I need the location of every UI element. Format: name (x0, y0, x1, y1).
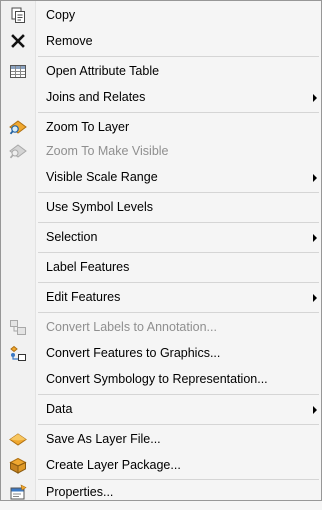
menu-item-label: Copy (46, 8, 76, 22)
menu-item-remove[interactable]: Remove (1, 29, 321, 54)
menu-item-convert-symbology-to-representation[interactable]: Convert Symbology to Representation... (1, 367, 321, 392)
menu-item-label: Data (46, 402, 73, 416)
menu-item-label: Zoom To Make Visible (46, 144, 169, 158)
menu-item-convert-features-to-graphics[interactable]: Convert Features to Graphics... (1, 341, 321, 366)
menu-item-label: Create Layer Package... (46, 458, 181, 472)
menu-separator (38, 56, 319, 57)
remove-x-icon (9, 33, 27, 50)
menu-item-label: Convert Symbology to Representation... (46, 372, 268, 386)
menu-separator (38, 312, 319, 313)
menu-item-edit-features[interactable]: Edit Features (1, 285, 321, 310)
properties-icon (9, 484, 27, 501)
attribute-table-icon (9, 63, 27, 80)
submenu-arrow-icon (313, 406, 317, 414)
menu-item-use-symbol-levels[interactable]: Use Symbol Levels (1, 195, 321, 220)
layer-context-menu: Copy Remove Open Attribute Table Joins a… (0, 0, 322, 501)
menu-item-selection[interactable]: Selection (1, 225, 321, 250)
menu-item-label: Remove (46, 34, 93, 48)
zoom-to-layer-icon (9, 119, 27, 136)
menu-item-label: Convert Features to Graphics... (46, 346, 221, 360)
menu-item-label: Selection (46, 230, 98, 244)
submenu-arrow-icon (313, 294, 317, 302)
menu-item-open-attribute-table[interactable]: Open Attribute Table (1, 59, 321, 84)
menu-item-label: Visible Scale Range (46, 170, 158, 184)
menu-item-label: Convert Labels to Annotation... (46, 320, 217, 334)
menu-item-label: Open Attribute Table (46, 64, 160, 78)
menu-item-label: Use Symbol Levels (46, 200, 153, 214)
menu-item-label: Zoom To Layer (46, 120, 130, 134)
menu-item-create-layer-package[interactable]: Create Layer Package... (1, 453, 321, 478)
menu-separator (38, 282, 319, 283)
menu-item-label: Joins and Relates (46, 90, 146, 104)
menu-item-data[interactable]: Data (1, 397, 321, 422)
copy-icon (9, 7, 27, 24)
menu-separator (38, 252, 319, 253)
menu-item-save-as-layer-file[interactable]: Save As Layer File... (1, 427, 321, 452)
convert-labels-icon (9, 319, 27, 336)
submenu-arrow-icon (313, 94, 317, 102)
menu-item-label: Save As Layer File... (46, 432, 161, 446)
menu-separator (38, 394, 319, 395)
menu-item-zoom-to-layer[interactable]: Zoom To Layer (1, 115, 321, 140)
menu-item-label-features[interactable]: Label Features (1, 255, 321, 280)
layer-package-icon (9, 457, 27, 474)
menu-item-zoom-to-make-visible: Zoom To Make Visible (1, 139, 321, 164)
menu-item-label: Label Features (46, 260, 130, 274)
submenu-arrow-icon (313, 174, 317, 182)
menu-item-joins-and-relates[interactable]: Joins and Relates (1, 85, 321, 110)
menu-item-properties[interactable]: Properties... (1, 480, 321, 505)
submenu-arrow-icon (313, 234, 317, 242)
menu-item-convert-labels-to-annotation: Convert Labels to Annotation... (1, 315, 321, 340)
convert-graphics-icon (9, 345, 27, 362)
menu-item-label: Properties... (46, 485, 114, 499)
menu-separator (38, 424, 319, 425)
menu-item-visible-scale-range[interactable]: Visible Scale Range (1, 165, 321, 190)
zoom-to-make-visible-icon (9, 143, 27, 160)
layer-file-icon (9, 431, 27, 448)
menu-separator (38, 222, 319, 223)
menu-item-label: Edit Features (46, 290, 121, 304)
menu-item-copy[interactable]: Copy (1, 3, 321, 28)
menu-separator (38, 192, 319, 193)
menu-separator (38, 112, 319, 113)
